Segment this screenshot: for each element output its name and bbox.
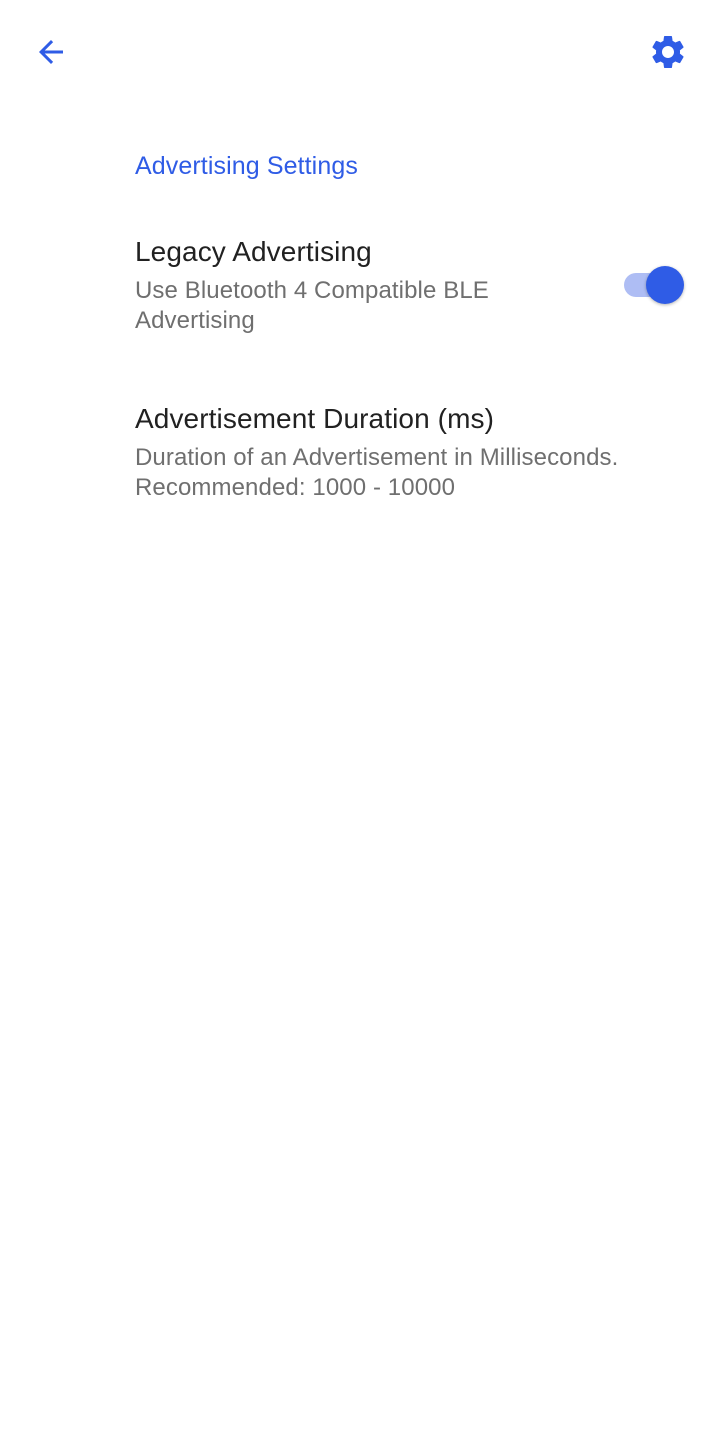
- pref-title: Advertisement Duration (ms): [135, 403, 495, 434]
- pref-summary: Duration of an Advertisement in Millisec…: [135, 444, 619, 501]
- pref-summary: Use Bluetooth 4 Compatible BLE Advertisi…: [135, 277, 489, 334]
- pref-advertisement-duration[interactable]: Advertisement Duration (ms) Duration of …: [0, 385, 720, 525]
- gear-icon: [652, 36, 684, 68]
- section-header: Advertising Settings: [135, 152, 358, 180]
- app-bar: [0, 0, 720, 104]
- legacy-advertising-toggle[interactable]: [622, 266, 684, 304]
- settings-screen: Advertising Settings Legacy Advertising …: [0, 0, 720, 1451]
- settings-button[interactable]: [640, 24, 696, 80]
- back-button[interactable]: [23, 24, 79, 80]
- pref-legacy-advertising[interactable]: Legacy Advertising Use Bluetooth 4 Compa…: [0, 218, 720, 358]
- pref-title: Legacy Advertising: [135, 236, 372, 267]
- arrow-back-icon: [39, 40, 63, 64]
- toggle-thumb: [646, 266, 684, 304]
